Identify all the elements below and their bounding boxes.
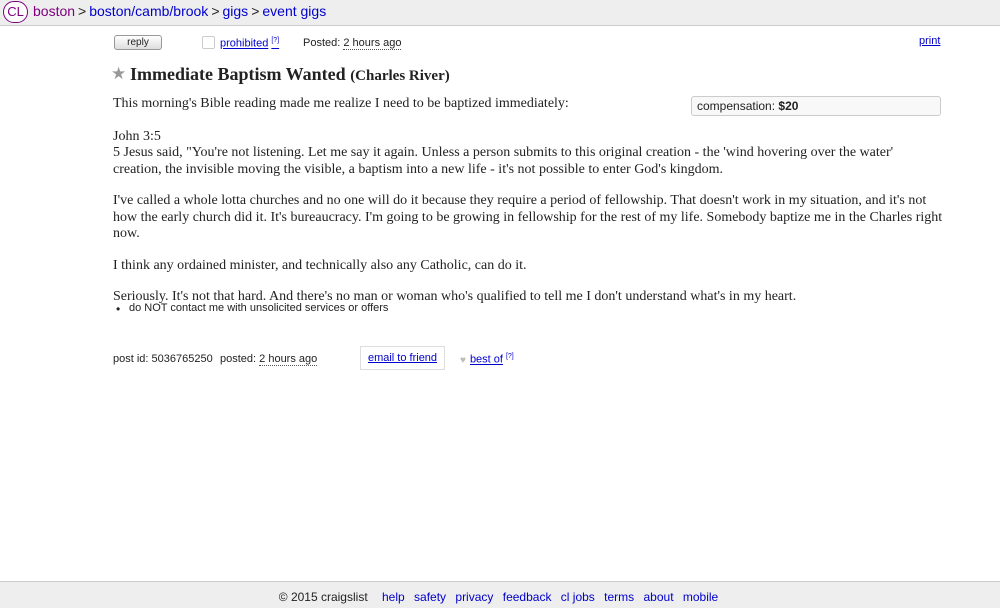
post-paragraph: I think any ordained minister, and techn… [113, 257, 527, 273]
best-of[interactable]: ♥ best of [?] [460, 353, 514, 366]
posted-label: Posted: [303, 37, 341, 49]
breadcrumb: boston > boston/camb/brook > gigs > event gigs [33, 3, 326, 19]
posted-footer-label: posted: [220, 353, 257, 365]
favorite-star-icon[interactable]: ★ [111, 64, 126, 84]
prohibited-help-link[interactable]: [?] [271, 37, 279, 44]
post-location: (Charles River) [350, 68, 450, 84]
footer-link-cl-jobs[interactable]: cl jobs [561, 590, 595, 604]
email-to-friend-button[interactable]: email to friend [360, 346, 445, 370]
breadcrumb-gigs[interactable]: gigs [223, 3, 249, 19]
header-bar: CL boston > boston/camb/brook > gigs > event g… [0, 0, 1000, 26]
post-paragraph: This morning's Bible reading made me rea… [113, 96, 569, 111]
post-id: post id: 5036765250 [113, 353, 213, 365]
flag-prohibited-checkbox[interactable] [202, 36, 215, 49]
breadcrumb-boston-camb-brook[interactable]: boston/camb/brook [89, 3, 208, 19]
footer-link-feedback[interactable]: feedback [503, 590, 552, 604]
posted-footer-time: 2 hours ago [259, 353, 318, 366]
footer-link-safety[interactable]: safety [414, 590, 446, 604]
footer-link-about[interactable]: about [644, 590, 674, 604]
breadcrumb-boston[interactable]: boston [33, 3, 75, 19]
post-paragraph: I've called a whole lotta churches and n… [113, 193, 943, 241]
posted-date: Posted: 2 hours ago [303, 37, 402, 50]
post-body: This morning's Bible reading made me rea… [113, 96, 943, 321]
craigslist-logo[interactable]: CL [3, 1, 28, 23]
reply-button[interactable]: reply [114, 35, 162, 50]
breadcrumb-separator: > [211, 3, 220, 19]
print-link[interactable]: print [919, 35, 940, 47]
best-of-help-link[interactable]: [?] [506, 353, 514, 360]
footer-link-mobile[interactable]: mobile [683, 590, 718, 604]
post-title: Immediate Baptism Wanted (Charles River) [130, 64, 450, 85]
post-paragraph: John 3:5 5 Jesus said, "You're not liste… [113, 128, 894, 177]
post-info: post id: 5036765250 posted: 2 hours ago [113, 353, 318, 366]
footer-link-privacy[interactable]: privacy [455, 590, 493, 604]
post-date-footer: posted: 2 hours ago [220, 353, 318, 366]
posted-time: 2 hours ago [343, 37, 402, 50]
footer-link-terms[interactable]: terms [604, 590, 634, 604]
notice-item: do NOT contact me with unsolicited servi… [113, 302, 388, 316]
copyright: © 2015 craigslist [278, 590, 368, 604]
breadcrumb-event-gigs[interactable]: event gigs [262, 3, 326, 19]
prohibited-label[interactable]: prohibited [220, 38, 268, 50]
heart-icon[interactable]: ♥ [460, 355, 466, 366]
breadcrumb-separator: > [251, 3, 260, 19]
post-title-text: Immediate Baptism Wanted [130, 64, 346, 84]
breadcrumb-separator: > [78, 3, 87, 19]
prohibited-link[interactable]: prohibited [?] [220, 37, 279, 50]
best-of-link[interactable]: best of [470, 354, 503, 366]
notices-list: do NOT contact me with unsolicited servi… [113, 302, 388, 316]
footer-bar: © 2015 craigslist help safety privacy fe… [0, 581, 1000, 608]
footer-link-help[interactable]: help [382, 590, 405, 604]
